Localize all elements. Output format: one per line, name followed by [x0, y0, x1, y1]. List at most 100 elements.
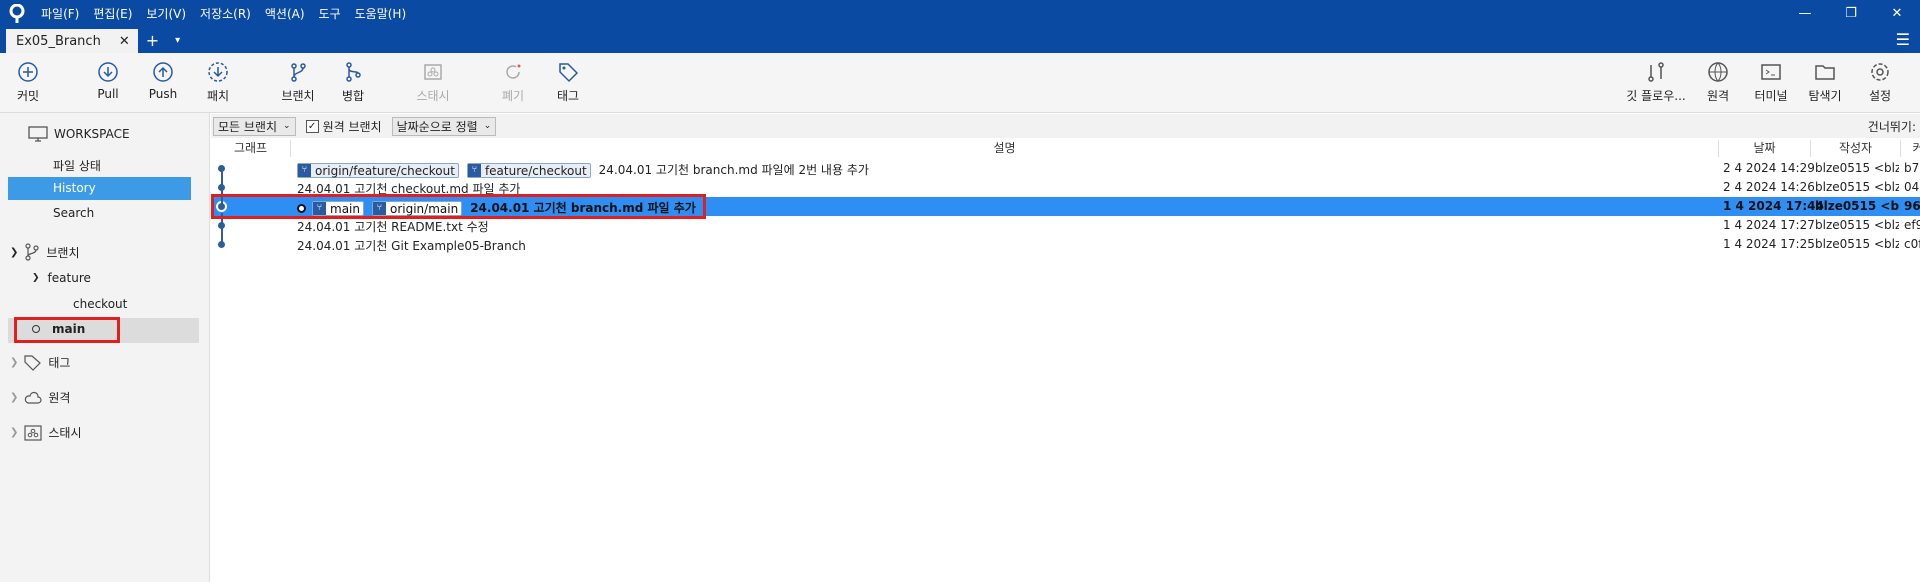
- sidebar-item-file-status[interactable]: 파일 상태: [53, 157, 101, 174]
- merge-button[interactable]: 병합: [325, 61, 381, 104]
- commit-author: blze0515 <blze05: [1815, 218, 1899, 232]
- settings-button[interactable]: 설정: [1852, 61, 1908, 104]
- terminal-icon: [1761, 64, 1781, 80]
- column-header-commit[interactable]: 커밋: [1901, 140, 1920, 157]
- minimize-button[interactable]: —: [1782, 0, 1828, 28]
- commit-author: blze0515 <blze0!: [1815, 199, 1899, 213]
- commit-hash: c0f6582: [1904, 237, 1920, 251]
- hamburger-menu-icon[interactable]: ☰: [1896, 30, 1910, 49]
- branch-label: 브랜치: [281, 89, 315, 103]
- highlight-box-main: [14, 317, 120, 343]
- discard-icon: [506, 64, 521, 79]
- remotes-label: 원격: [48, 391, 71, 405]
- restore-button[interactable]: ❐: [1828, 0, 1874, 28]
- gitflow-button[interactable]: 깃 플로우...: [1624, 61, 1688, 104]
- commit-row[interactable]: 24.04.01 고기천 Git Example05-Branch 1 4 20…: [211, 235, 1920, 254]
- remote-branches-label: 원격 브랜치: [322, 119, 382, 134]
- stash-label: 스태시: [416, 89, 450, 103]
- fetch-icon: [208, 62, 228, 82]
- column-header-author[interactable]: 작성자: [1811, 140, 1901, 157]
- commit-hash: ef994c5: [1904, 218, 1920, 232]
- menu-file[interactable]: 파일(F): [34, 0, 86, 28]
- repo-tab[interactable]: Ex05_Branch ✕: [6, 29, 138, 53]
- commit-date: 1 4 2024 17:44: [1723, 199, 1824, 213]
- gear-icon: [1871, 63, 1889, 81]
- close-window-button[interactable]: ✕: [1874, 0, 1920, 28]
- menu-repository[interactable]: 저장소(R): [193, 0, 258, 28]
- tags-header[interactable]: ❯ 태그: [10, 354, 70, 371]
- toolbar: 커밋 Pull Push 패치 브랜치 병합 스태시 폐기 태그 깃 플로우..…: [0, 53, 1920, 113]
- cloud-icon: [25, 391, 42, 404]
- remote-button[interactable]: 원격: [1690, 61, 1746, 104]
- stash-icon: [424, 64, 442, 80]
- terminal-button[interactable]: 터미널: [1743, 61, 1799, 104]
- menu-view[interactable]: 보기(V): [139, 0, 193, 28]
- stashes-header[interactable]: ❯ 스태시: [10, 424, 82, 441]
- feature-label: feature: [47, 271, 91, 285]
- column-header-description[interactable]: 설명: [291, 140, 1719, 157]
- stash-button[interactable]: 스태시: [405, 61, 461, 104]
- filter-bar: 모든 브랜치 ⌄ ✓ 원격 브랜치 날짜순으로 정렬 ⌄ 건너뛰기:: [211, 114, 1920, 138]
- branch-icon: [25, 243, 39, 261]
- menu-actions[interactable]: 액션(A): [258, 0, 312, 28]
- merge-icon: [346, 62, 361, 82]
- sidebar-item-history[interactable]: History: [8, 177, 191, 200]
- commit-row[interactable]: ⑂ origin/feature/checkout ⑂ feature/checkou…: [211, 159, 1920, 178]
- tab-close-icon[interactable]: ✕: [119, 34, 130, 49]
- discard-button[interactable]: 폐기: [485, 61, 541, 104]
- explorer-label: 탐색기: [1808, 89, 1842, 103]
- new-tab-button[interactable]: +: [138, 29, 167, 53]
- fetch-button[interactable]: 패치: [190, 61, 246, 104]
- workspace-header: WORKSPACE: [28, 126, 130, 142]
- sourcetree-logo-icon: [0, 0, 34, 28]
- gitflow-label: 깃 플로우...: [1626, 89, 1686, 103]
- push-button[interactable]: Push: [135, 61, 191, 101]
- skip-label: 건너뛰기:: [1867, 119, 1916, 134]
- tag-label: 태그: [556, 89, 580, 103]
- sidebar-item-search[interactable]: Search: [53, 206, 94, 220]
- gitflow-icon: [1648, 62, 1664, 82]
- branch-icon: ⑂: [467, 164, 481, 177]
- chevron-right-icon: ❯: [10, 357, 19, 368]
- branch-icon: [291, 63, 306, 82]
- merge-label: 병합: [341, 89, 365, 103]
- commit-history-grid: 그래프 설명 날짜 작성자 커밋 ⑂ origin/feature/checkou…: [211, 138, 1920, 582]
- commit-hash: b706cd0: [1904, 161, 1920, 175]
- column-header-date[interactable]: 날짜: [1719, 140, 1811, 157]
- branches-header[interactable]: ❯ 브랜치: [10, 243, 80, 261]
- branch-button[interactable]: 브랜치: [270, 61, 326, 104]
- commit-date: 2 4 2024 14:29: [1723, 161, 1815, 175]
- discard-label: 폐기: [501, 89, 525, 103]
- menu-help[interactable]: 도움말(H): [348, 0, 414, 28]
- commit-author: blze0515 <blze05: [1815, 180, 1899, 194]
- sort-dropdown[interactable]: 날짜순으로 정렬 ⌄: [391, 116, 497, 136]
- commit-icon: [18, 62, 38, 82]
- menu-tools[interactable]: 도구: [312, 0, 348, 28]
- workspace-label: WORKSPACE: [54, 127, 130, 141]
- branch-icon: ⑂: [298, 164, 311, 177]
- commit-author: blze0515 <blze05: [1815, 161, 1899, 175]
- branch-ref[interactable]: ⑂ feature/checkout: [466, 163, 591, 178]
- tag-button[interactable]: 태그: [540, 61, 596, 104]
- remotes-header[interactable]: ❯ 원격: [10, 389, 70, 406]
- commit-author: blze0515 <blze05: [1815, 237, 1899, 251]
- highlight-box-selected-commit: [211, 194, 706, 219]
- tab-strip: Ex05_Branch ✕ + ▾ ☰: [0, 28, 1920, 53]
- branches-filter-dropdown[interactable]: 모든 브랜치 ⌄: [213, 116, 296, 136]
- remote-branch-ref[interactable]: ⑂ origin/feature/checkout: [297, 163, 459, 178]
- stashes-label: 스태시: [48, 426, 82, 440]
- menu-edit[interactable]: 편집(E): [86, 0, 139, 28]
- pull-label: Pull: [97, 87, 119, 101]
- pull-button[interactable]: Pull: [80, 61, 136, 101]
- tab-list-dropdown[interactable]: ▾: [167, 29, 188, 53]
- explorer-button[interactable]: 탐색기: [1797, 61, 1853, 104]
- chevron-down-icon: ⌄: [483, 121, 492, 131]
- branch-folder-feature[interactable]: ❯ feature: [32, 271, 91, 285]
- menu-bar: 파일(F) 편집(E) 보기(V) 저장소(R) 액션(A) 도구 도움말(H): [34, 0, 413, 28]
- commit-button[interactable]: 커밋: [0, 61, 56, 104]
- branch-checkout[interactable]: checkout: [73, 297, 127, 311]
- column-header-graph[interactable]: 그래프: [211, 140, 291, 157]
- remote-branches-checkbox[interactable]: ✓ 원격 브랜치: [305, 118, 382, 135]
- commit-message: 24.04.01 고기천 Git Example05-Branch: [297, 239, 526, 253]
- tags-label: 태그: [48, 356, 71, 370]
